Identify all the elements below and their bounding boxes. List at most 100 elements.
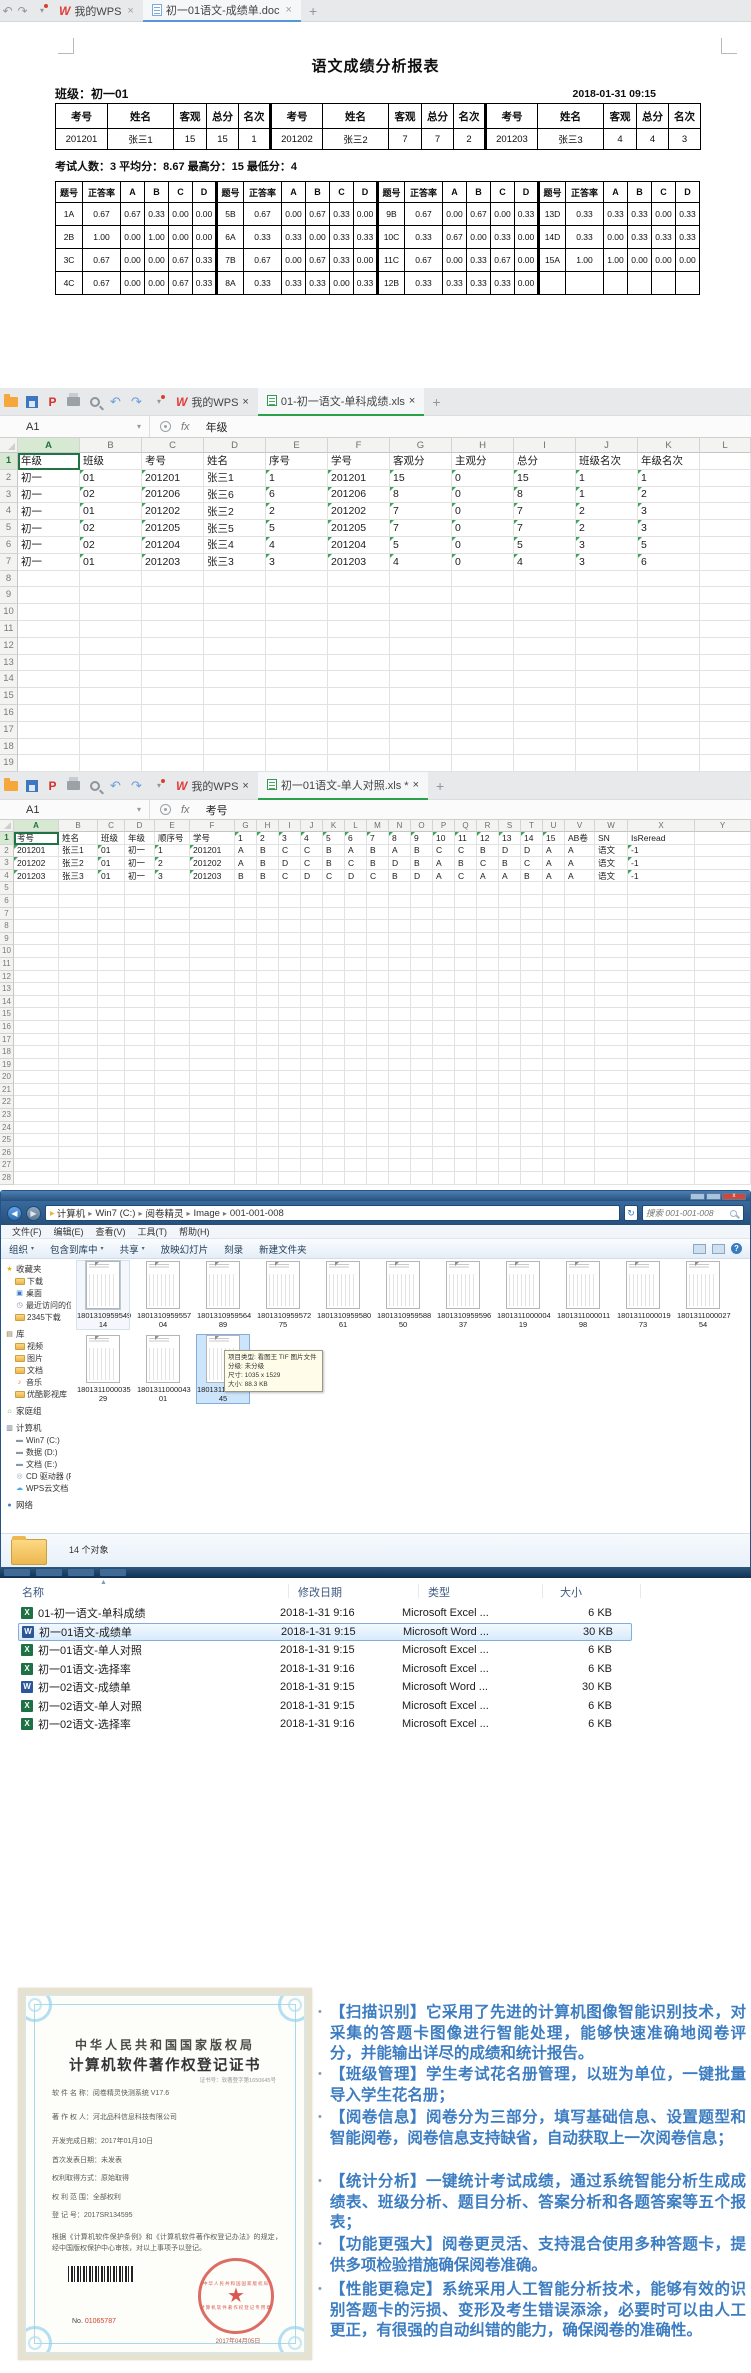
sheet-cell[interactable]: 3 — [638, 503, 700, 520]
sheet-cell[interactable] — [204, 671, 266, 688]
tab-workbook[interactable]: 初一01语文-单人对照.xls * × — [258, 772, 428, 800]
sheet-cell[interactable]: A — [565, 845, 595, 858]
sheet-cell[interactable] — [14, 945, 59, 958]
sheet-cell[interactable] — [142, 739, 204, 756]
sheet-cell[interactable] — [521, 1034, 543, 1047]
sheet-cell[interactable] — [190, 1046, 235, 1059]
sheet-cell[interactable] — [323, 1046, 345, 1059]
sidebar-item[interactable]: 文档 — [1, 1364, 71, 1376]
sheet-cell[interactable] — [204, 655, 266, 672]
sheet-cell[interactable]: 201203 — [190, 870, 235, 883]
row-header[interactable]: 16 — [0, 705, 18, 722]
sheet-cell[interactable] — [455, 1147, 477, 1160]
sheet-cell[interactable] — [514, 722, 576, 739]
sheet-cell[interactable] — [125, 933, 155, 946]
sheet-cell[interactable] — [543, 1096, 565, 1109]
sheet-cell[interactable] — [59, 1084, 98, 1097]
sheet-cell[interactable] — [514, 688, 576, 705]
sheet-cell[interactable]: 201203 — [14, 870, 59, 883]
menu-item[interactable]: 编辑(E) — [49, 1225, 89, 1238]
menu-item[interactable]: 工具(T) — [133, 1225, 173, 1238]
breadcrumb[interactable]: ▸计算机▸Win7 (C:)▸阅卷精灵▸Image▸001-001-008 — [45, 1205, 620, 1221]
row-header[interactable]: 7 — [0, 554, 18, 571]
file-thumbnail[interactable]: 180131095956489 — [197, 1261, 249, 1329]
sheet-cell[interactable]: 2 — [266, 503, 328, 520]
sheet-cell[interactable]: 客观分 — [390, 453, 452, 470]
sheet-cell[interactable] — [190, 1134, 235, 1147]
sheet-cell[interactable] — [323, 958, 345, 971]
sheet-cell[interactable]: 1 — [235, 832, 257, 845]
sheet-cell[interactable] — [543, 996, 565, 1009]
sheet-cell[interactable] — [543, 1172, 565, 1185]
sheet-cell[interactable] — [595, 1046, 628, 1059]
sheet-cell[interactable] — [328, 739, 390, 756]
fx-icon[interactable]: fx — [181, 421, 190, 433]
column-header[interactable]: E — [266, 438, 328, 453]
sheet-cell[interactable]: 1 — [638, 470, 700, 487]
sheet-cell[interactable] — [266, 655, 328, 672]
tab-workbook[interactable]: 01-初一语文-单科成绩.xls × — [258, 388, 425, 416]
sheet-cell[interactable] — [628, 983, 695, 996]
sheet-cell[interactable] — [543, 1071, 565, 1084]
sheet-cell[interactable] — [279, 933, 301, 946]
sheet-cell[interactable] — [190, 908, 235, 921]
sheet-cell[interactable] — [190, 1059, 235, 1072]
sheet-cell[interactable] — [345, 1172, 367, 1185]
sheet-cell[interactable] — [59, 1059, 98, 1072]
sheet-cell[interactable] — [477, 1159, 499, 1172]
sheet-cell[interactable]: 1 — [266, 470, 328, 487]
sheet-cell[interactable] — [499, 1084, 521, 1097]
sheet-cell[interactable] — [301, 1046, 323, 1059]
sheet-cell[interactable] — [514, 604, 576, 621]
sidebar-item[interactable]: ◷最近访问的位置 — [1, 1299, 71, 1311]
sheet-cell[interactable] — [477, 1071, 499, 1084]
sheet-cell[interactable] — [477, 920, 499, 933]
sheet-cell[interactable]: 201202 — [328, 503, 390, 520]
sheet-cell[interactable] — [323, 933, 345, 946]
sheet-cell[interactable] — [14, 908, 59, 921]
sheet-cell[interactable] — [125, 882, 155, 895]
breadcrumb-segment[interactable]: Win7 (C:) — [93, 1208, 137, 1219]
sheet-cell[interactable] — [565, 1059, 595, 1072]
sheet-cell[interactable]: 8 — [514, 487, 576, 504]
row-header[interactable]: 4 — [0, 503, 18, 520]
sheet-cell[interactable] — [695, 1046, 751, 1059]
sheet-cell[interactable] — [390, 688, 452, 705]
sheet-cell[interactable] — [695, 1122, 751, 1135]
row-header[interactable]: 27 — [0, 1159, 14, 1172]
sheet-cell[interactable] — [595, 971, 628, 984]
sheet-cell[interactable]: 0 — [452, 503, 514, 520]
row-header[interactable]: 25 — [0, 1134, 14, 1147]
sheet-cell[interactable]: 0 — [452, 520, 514, 537]
sheet-cell[interactable] — [14, 1172, 59, 1185]
sheet-cell[interactable] — [323, 895, 345, 908]
sheet-cell[interactable] — [235, 882, 257, 895]
sheet-cell[interactable] — [190, 1008, 235, 1021]
sheet-cell[interactable] — [695, 908, 751, 921]
sheet-cell[interactable]: D — [499, 845, 521, 858]
sheet-cell[interactable] — [521, 1122, 543, 1135]
sheet-cell[interactable] — [125, 908, 155, 921]
sheet-cell[interactable] — [390, 604, 452, 621]
sheet-cell[interactable] — [155, 1122, 190, 1135]
sheet-cell[interactable] — [328, 655, 390, 672]
sheet-cell[interactable] — [628, 1096, 695, 1109]
file-thumbnail[interactable]: 180131100001198 — [557, 1261, 609, 1329]
sidebar-item[interactable]: ●网络 — [1, 1499, 71, 1511]
sheet-cell[interactable] — [700, 739, 751, 756]
sheet-cell[interactable] — [345, 1021, 367, 1034]
sheet-cell[interactable] — [390, 722, 452, 739]
sheet-cell[interactable] — [477, 945, 499, 958]
column-header[interactable]: C — [142, 438, 204, 453]
sheet-cell[interactable]: 班级名次 — [576, 453, 638, 470]
sheet-cell[interactable] — [411, 920, 433, 933]
breadcrumb-segment[interactable]: Image — [191, 1208, 221, 1219]
sheet-cell[interactable] — [455, 1159, 477, 1172]
sheet-cell[interactable] — [638, 587, 700, 604]
sheet-cell[interactable]: 年级 — [125, 832, 155, 845]
row-header[interactable]: 3 — [0, 487, 18, 504]
sheet-cell[interactable] — [125, 1159, 155, 1172]
sheet-cell[interactable] — [18, 688, 80, 705]
sheet-cell[interactable] — [455, 1059, 477, 1072]
sheet-cell[interactable] — [411, 933, 433, 946]
